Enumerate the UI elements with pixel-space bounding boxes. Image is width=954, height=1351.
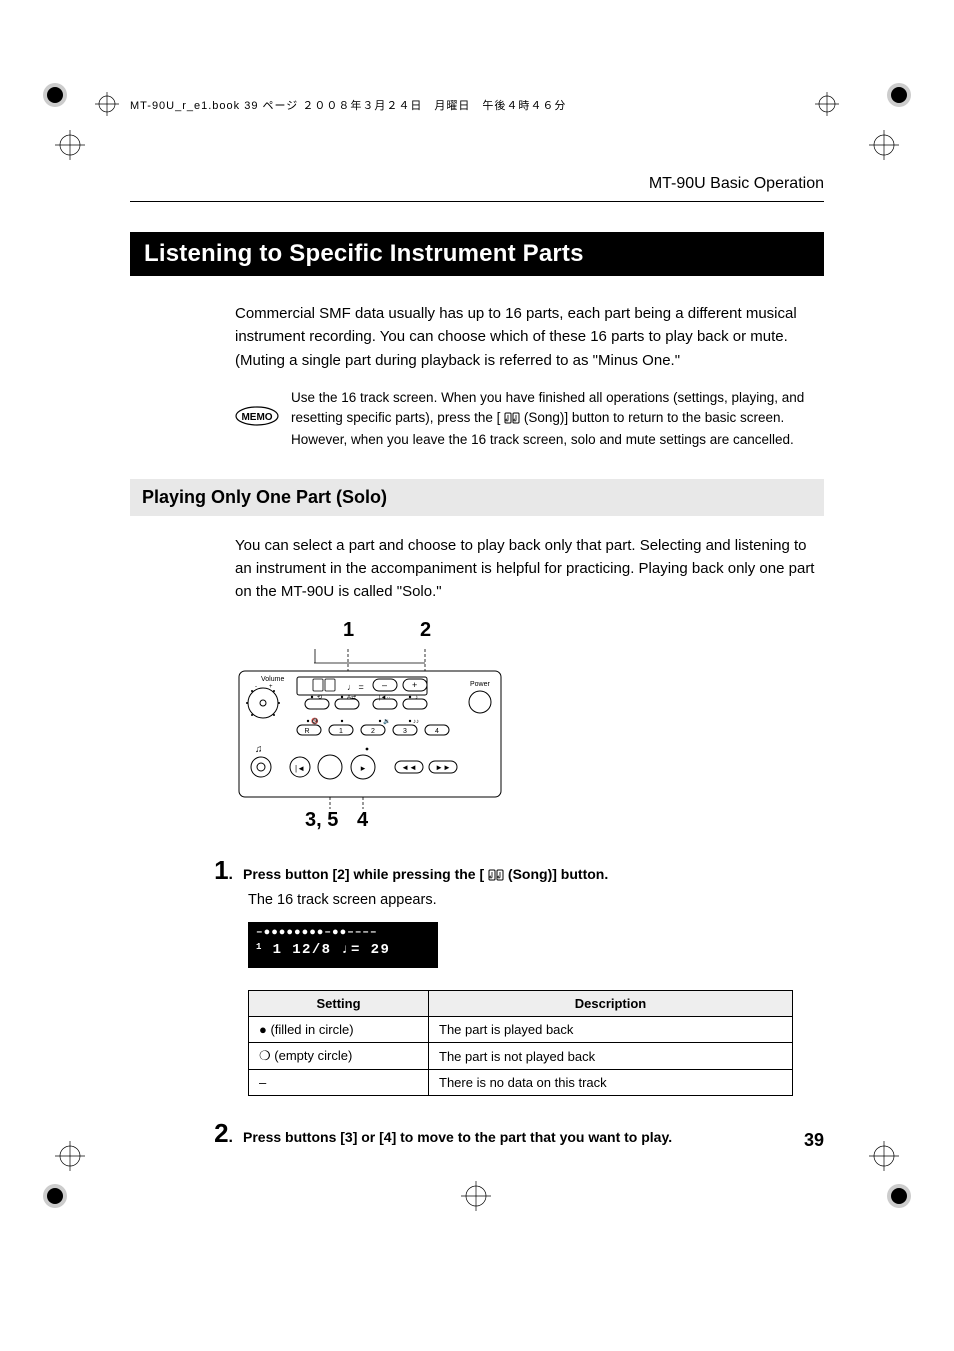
header-rule <box>130 201 824 202</box>
table-row: – There is no data on this track <box>249 1070 793 1096</box>
svg-text:🔉: 🔉 <box>383 718 390 725</box>
th-setting: Setting <box>249 991 429 1017</box>
svg-text:-: - <box>255 684 257 690</box>
step-1-number: 1. <box>205 857 233 883</box>
regmark-top-left <box>40 80 70 110</box>
callout-3-5: 3, 5 <box>305 809 338 832</box>
page-content: MT-90U Basic Operation Listening to Spec… <box>130 175 824 1151</box>
regmark-inner-tl <box>55 130 85 160</box>
svg-text:♪: ♪ <box>415 695 418 701</box>
svg-text:A⇄: A⇄ <box>347 694 356 701</box>
svg-text:|◄: |◄ <box>295 764 305 773</box>
memo-row: MEMO Use the 16 track screen. When you h… <box>235 388 824 451</box>
step-1: 1. Press button [2] while pressing the [… <box>205 857 824 884</box>
step-2-number: 2. <box>205 1120 233 1146</box>
callout-1: 1 <box>343 619 354 642</box>
svg-text:MEMO: MEMO <box>241 412 272 423</box>
memo-icon: MEMO <box>235 406 279 426</box>
memo-text: Use the 16 track screen. When you have f… <box>291 388 824 451</box>
svg-text:♪♪: ♪♪ <box>413 719 419 725</box>
svg-text:♫: ♫ <box>255 744 263 755</box>
intro-paragraph: Commercial SMF data usually has up to 16… <box>235 302 824 372</box>
svg-text:►►: ►► <box>435 763 451 772</box>
svg-text:1: 1 <box>339 728 343 735</box>
crosshair-icon-left <box>95 92 119 121</box>
settings-table: Setting Description ● (filled in circle)… <box>248 990 793 1096</box>
lcd-row-1: –●●●●●●●●–●●–––– <box>256 926 430 940</box>
step-1-text: Press button [2] while pressing the [ (S… <box>243 866 608 884</box>
svg-text:–: – <box>382 680 387 690</box>
svg-text:Power: Power <box>470 681 491 688</box>
table-row: ❍ (empty circle) The part is not played … <box>249 1043 793 1070</box>
callout-2: 2 <box>420 619 431 642</box>
page-number: 39 <box>804 1130 824 1151</box>
solo-paragraph: You can select a part and choose to play… <box>235 534 824 604</box>
svg-text:3: 3 <box>403 728 407 735</box>
panel-svg: Volume - + Power ♩ = – + <box>235 649 505 809</box>
svg-text:Volume: Volume <box>261 676 284 683</box>
regmark-inner-br <box>869 1141 899 1171</box>
lcd-screenshot: –●●●●●●●●–●●–––– 1 1 12/8 ♩= 29 <box>248 922 438 968</box>
svg-text:|◄··: |◄·· <box>379 695 391 701</box>
table-row: ● (filled in circle) The part is played … <box>249 1017 793 1043</box>
svg-text:2: 2 <box>371 728 375 735</box>
regmark-inner-bl <box>55 1141 85 1171</box>
subsection-heading: Playing Only One Part (Solo) <box>130 479 824 516</box>
song-icon <box>504 410 520 430</box>
step-1-sub: The 16 track screen appears. <box>248 892 824 908</box>
step-2-text: Press buttons [3] or [4] to move to the … <box>243 1129 672 1145</box>
regmark-bottom-center <box>461 1181 491 1211</box>
svg-text:⟲: ⟲ <box>317 695 322 701</box>
svg-text:▸: ▸ <box>361 763 366 773</box>
callout-4: 4 <box>357 809 368 832</box>
svg-text:4: 4 <box>435 728 439 735</box>
regmark-top-right <box>884 80 914 110</box>
svg-text:◄◄: ◄◄ <box>401 763 417 772</box>
running-header: MT-90U Basic Operation <box>130 175 824 193</box>
svg-text:+: + <box>412 680 417 690</box>
print-header: MT-90U_r_e1.book 39 ページ ２００８年３月２４日 月曜日 午… <box>130 97 566 113</box>
song-icon <box>488 868 504 884</box>
svg-text:R: R <box>304 728 309 735</box>
regmark-bottom-right <box>884 1181 914 1211</box>
svg-text:+: + <box>269 684 273 690</box>
control-panel-diagram: 1 2 Volume - + Power <box>235 619 824 839</box>
crosshair-icon-right <box>815 92 839 121</box>
section-title: Listening to Specific Instrument Parts <box>130 232 824 276</box>
th-description: Description <box>429 991 793 1017</box>
svg-text:♩ =: ♩ = <box>347 682 364 692</box>
svg-text:🔇: 🔇 <box>311 717 319 725</box>
step-2: 2. Press buttons [3] or [4] to move to t… <box>205 1120 824 1146</box>
regmark-inner-tr <box>869 130 899 160</box>
regmark-bottom-left <box>40 1181 70 1211</box>
